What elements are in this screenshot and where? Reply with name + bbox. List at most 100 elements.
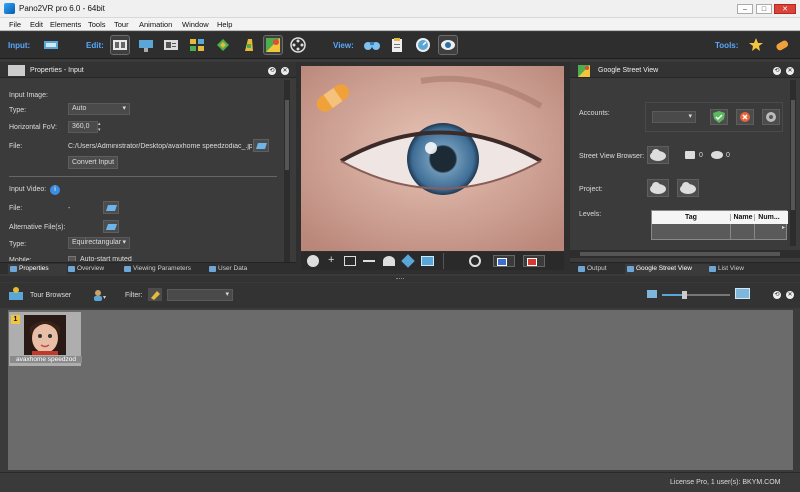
video-type-label: Type: [9, 241, 27, 248]
tools-wand-icon[interactable] [747, 36, 765, 54]
panel-float-icon[interactable]: ⟲ [773, 67, 781, 75]
browse-video-button[interactable] [103, 201, 119, 214]
maximize-button[interactable]: □ [756, 4, 772, 14]
edit-google-street-view-icon[interactable] [263, 35, 283, 55]
tab-overview[interactable]: Overview [66, 264, 123, 274]
gauge-icon[interactable] [414, 36, 432, 54]
input-panorama-icon[interactable] [42, 36, 60, 54]
add-account-button[interactable] [710, 109, 728, 125]
compass-icon[interactable] [307, 255, 319, 267]
remove-account-button[interactable] [736, 109, 754, 125]
splitter[interactable] [0, 276, 800, 282]
tour-browser-panel: Tour Browser ▾ Filter: ▾ ⟲ ✕ 1 avaxhome … [0, 283, 800, 472]
edit-hotspots-icon[interactable] [137, 36, 155, 54]
edit-animation-icon[interactable] [289, 36, 307, 54]
chevron-down-icon: ▾ [122, 239, 126, 246]
move-icon[interactable] [401, 254, 415, 268]
project-download-button[interactable] [647, 179, 669, 197]
tab-properties[interactable]: Properties [8, 264, 67, 274]
tab-google-street-view[interactable]: Google Street View [625, 264, 710, 274]
gsv-scrollbar[interactable] [790, 80, 796, 246]
convert-input-button[interactable]: Convert Input [68, 156, 118, 169]
browse-alt-files-button[interactable] [103, 220, 119, 233]
crosshair-add-icon[interactable]: + [328, 254, 334, 266]
levels-table[interactable]: Tag Name Num... [651, 210, 788, 240]
close-button[interactable]: ✕ [774, 4, 796, 14]
menu-file[interactable]: File [9, 20, 21, 29]
project-upload-button[interactable] [677, 179, 699, 197]
type-label: Type: [9, 107, 27, 114]
clipboard-icon[interactable] [388, 36, 406, 54]
tour-browser-workspace[interactable]: 1 avaxhome speedzod [8, 310, 793, 470]
menu-animation[interactable]: Animation [139, 20, 172, 29]
right-tabbar: Output Google Street View List View [570, 262, 800, 274]
column-name[interactable]: Name [730, 214, 755, 221]
input-image-heading: Input Image: [9, 92, 48, 99]
filter-tag-icon[interactable] [148, 288, 162, 301]
cloud-icon [650, 149, 666, 161]
small-thumbnail-icon[interactable] [647, 290, 657, 298]
account-settings-button[interactable] [762, 109, 780, 125]
panel-float-icon[interactable]: ⟲ [773, 291, 781, 299]
thumbnail-image [24, 315, 66, 355]
menu-edit[interactable]: Edit [30, 20, 43, 29]
edit-patches-icon[interactable] [240, 36, 258, 54]
thumbnail-caption: avaxhome speedzod [10, 356, 82, 363]
person-filter-icon[interactable]: ▾ [93, 289, 107, 301]
binoculars-icon[interactable] [363, 36, 381, 54]
type-select[interactable]: Auto ▾ [68, 103, 130, 115]
column-num[interactable]: Num... [754, 214, 783, 221]
menu-window[interactable]: Window [182, 20, 209, 29]
properties-scrollbar[interactable] [284, 80, 290, 262]
menu-tools[interactable]: Tools [88, 20, 106, 29]
autostart-checkbox[interactable] [68, 256, 76, 261]
menu-elements[interactable]: Elements [50, 20, 81, 29]
red-color-picker[interactable] [523, 255, 545, 267]
license-status: License Pro, 1 user(s): BKYM.COM [670, 479, 781, 486]
large-thumbnail-icon[interactable] [735, 288, 750, 299]
tab-viewing-parameters[interactable]: Viewing Parameters [122, 264, 207, 274]
video-type-select[interactable]: Equirectangular ▾ [68, 237, 130, 249]
target-icon[interactable] [469, 255, 481, 267]
panel-close-icon[interactable]: ✕ [786, 67, 794, 75]
menu-help[interactable]: Help [217, 20, 232, 29]
minimize-button[interactable]: – [737, 4, 753, 14]
panorama-thumbnail[interactable]: 1 avaxhome speedzod [9, 312, 82, 366]
tab-output[interactable]: Output [576, 264, 627, 274]
menu-tour[interactable]: Tour [114, 20, 129, 29]
blue-color-picker[interactable] [493, 255, 515, 267]
ruler-icon[interactable] [363, 260, 375, 262]
camera-icon[interactable] [383, 256, 395, 266]
fov-input[interactable]: 360,0 [68, 121, 98, 133]
slider-handle[interactable] [682, 291, 687, 299]
thumbnail-size-slider[interactable] [662, 291, 730, 299]
eye-preview-icon[interactable] [438, 35, 458, 55]
street-view-browser-label: Street View Browser: [579, 153, 645, 160]
panel-close-icon[interactable]: ✕ [281, 67, 289, 75]
edit-tour-map-icon[interactable] [188, 36, 206, 54]
edit-viewing-icon[interactable] [110, 35, 130, 55]
tools-patch-icon[interactable] [773, 36, 791, 54]
gsv-hscrollbar[interactable] [570, 250, 800, 258]
tab-list-view[interactable]: List View [707, 264, 762, 274]
left-tabbar: Properties Overview Viewing Parameters U… [0, 262, 296, 274]
table-scroll-right-icon[interactable]: ▸ [782, 224, 785, 231]
edit-floorplan-icon[interactable] [214, 36, 232, 54]
panel-float-icon[interactable]: ⟲ [268, 67, 276, 75]
filter-select[interactable]: ▾ [167, 289, 233, 301]
panel-close-icon[interactable]: ✕ [786, 291, 794, 299]
video-file-label: File: [9, 205, 23, 212]
column-tag[interactable]: Tag [652, 214, 730, 221]
type-select-value: Auto [72, 105, 87, 112]
tab-user-data[interactable]: User Data [207, 264, 268, 274]
grid-icon[interactable] [344, 256, 356, 266]
fov-stepper[interactable]: ▴ ▾ [98, 121, 101, 133]
properties-panel-icon [8, 65, 25, 76]
accounts-select[interactable]: ▾ [652, 111, 696, 123]
frame-icon[interactable] [421, 256, 434, 266]
info-icon[interactable]: i [50, 185, 60, 195]
edit-media-icon[interactable] [162, 36, 180, 54]
browse-file-button[interactable] [253, 139, 269, 152]
panorama-preview[interactable] [301, 66, 564, 251]
street-view-browser-button[interactable] [647, 146, 669, 164]
